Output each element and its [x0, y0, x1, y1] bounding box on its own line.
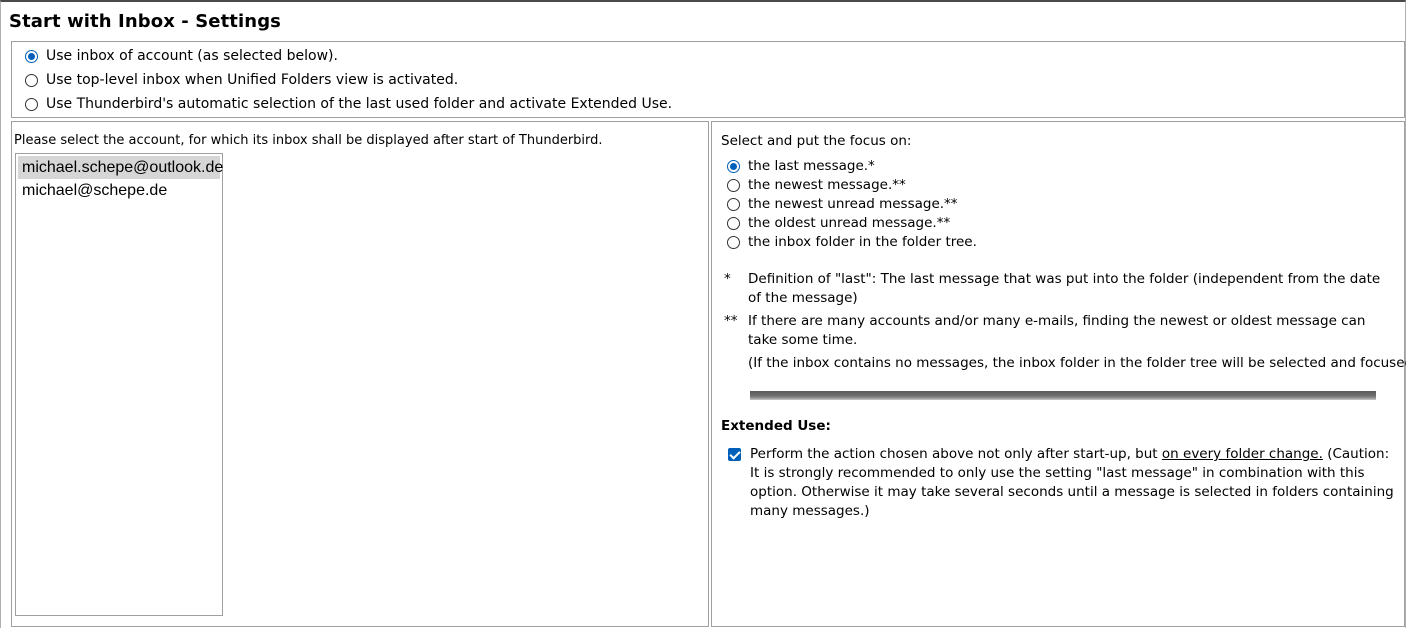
account-prompt: Please select the account, for which its… [14, 133, 603, 148]
note-mark: ** [724, 313, 738, 329]
focus-title: Select and put the focus on: [721, 133, 912, 149]
note-text: If there are many accounts and/or many e… [748, 313, 1366, 348]
focus-panel: Select and put the focus on: the last me… [711, 121, 1406, 627]
focus-option-inbox-folder[interactable]: the inbox folder in the folder tree. [727, 234, 977, 250]
extended-use-text-before: Perform the action chosen above not only… [750, 446, 1162, 462]
extended-use-text-emphasis: on every folder change. [1161, 446, 1323, 462]
option-last-used-folder-label: Use Thunderbird's automatic selection of… [46, 96, 673, 112]
option-unified-inbox-label: Use top-level inbox when Unified Folders… [46, 72, 459, 88]
radio-last-used-folder[interactable] [25, 97, 38, 111]
account-item[interactable]: michael@schepe.de [18, 179, 220, 202]
account-panel: Please select the account, for which its… [11, 121, 709, 627]
focus-option-label: the newest unread message.** [748, 196, 958, 212]
focus-option-label: the inbox folder in the folder tree. [748, 234, 977, 250]
extended-use-text: Perform the action chosen above not only… [750, 445, 1400, 521]
focus-option-last[interactable]: the last message.* [727, 158, 875, 174]
radio-unified-inbox[interactable] [25, 73, 38, 87]
note-last-definition: * Definition of "last": The last message… [724, 270, 1396, 308]
radio-focus-oldest-unread[interactable] [727, 216, 740, 230]
note-empty-inbox: (If the inbox contains no messages, the … [748, 355, 1406, 371]
extended-use-checkbox[interactable] [728, 448, 741, 461]
focus-option-label: the oldest unread message.** [748, 215, 951, 231]
extended-use-option[interactable]: Perform the action chosen above not only… [728, 445, 1400, 521]
option-last-used-folder[interactable]: Use Thunderbird's automatic selection of… [25, 96, 672, 112]
radio-focus-newest[interactable] [727, 178, 740, 192]
settings-window: Start with Inbox - Settings Use inbox of… [0, 0, 1406, 628]
focus-option-label: the last message.* [748, 158, 875, 174]
note-text: Definition of "last": The last message t… [748, 271, 1381, 306]
note-mark: * [724, 271, 731, 287]
radio-focus-newest-unread[interactable] [727, 197, 740, 211]
focus-option-newest[interactable]: the newest message.** [727, 177, 906, 193]
option-account-inbox[interactable]: Use inbox of account (as selected below)… [25, 48, 338, 64]
account-item[interactable]: michael.schepe@outlook.de [18, 156, 223, 179]
inbox-mode-group: Use inbox of account (as selected below)… [11, 41, 1405, 118]
extended-use-title: Extended Use: [721, 418, 831, 434]
radio-focus-inbox-folder[interactable] [727, 235, 740, 249]
page-title: Start with Inbox - Settings [9, 11, 281, 32]
focus-option-newest-unread[interactable]: the newest unread message.** [727, 196, 958, 212]
radio-focus-last[interactable] [727, 159, 740, 173]
radio-account-inbox[interactable] [25, 49, 38, 63]
note-performance: ** If there are many accounts and/or man… [724, 312, 1396, 350]
separator-bar [750, 391, 1376, 400]
option-account-inbox-label: Use inbox of account (as selected below)… [46, 48, 338, 64]
focus-option-label: the newest message.** [748, 177, 906, 193]
focus-option-oldest-unread[interactable]: the oldest unread message.** [727, 215, 950, 231]
option-unified-inbox[interactable]: Use top-level inbox when Unified Folders… [25, 72, 458, 88]
account-list[interactable]: michael.schepe@outlook.de michael@schepe… [15, 153, 223, 616]
